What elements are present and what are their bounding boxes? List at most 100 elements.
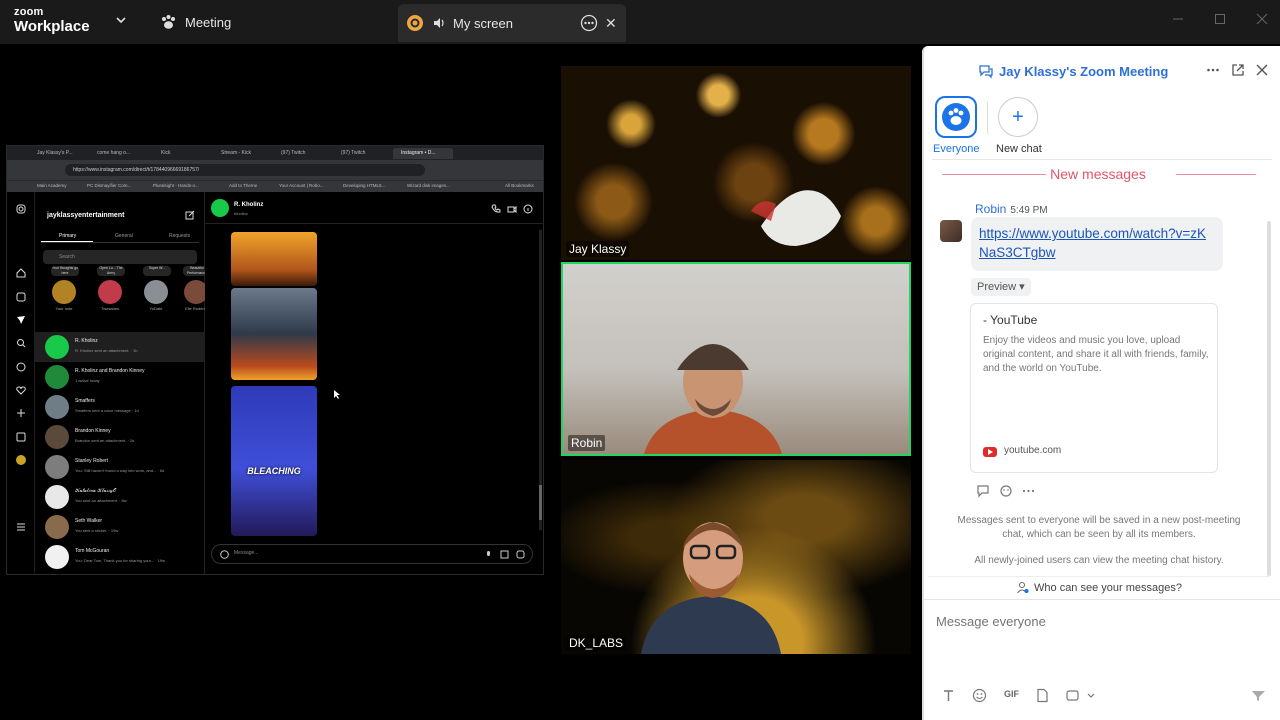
browser-tab[interactable]: Stream - Kick (213, 148, 269, 159)
conversation-preview: R. Kholinz sent an attachment. · 1h (75, 348, 138, 353)
send-icon[interactable] (1251, 688, 1266, 703)
bookmark[interactable]: Your Account | Robo... (279, 183, 324, 188)
new-chat-button[interactable]: + (998, 97, 1038, 137)
gif-button[interactable]: GIF (1004, 689, 1019, 699)
note-item[interactable]: Super W... YoDate (141, 266, 171, 311)
menu-icon[interactable] (16, 522, 26, 532)
explore-icon[interactable] (16, 362, 26, 372)
bookmark[interactable]: All Bookmarks (505, 183, 534, 188)
bookmark[interactable]: Add to Theme (229, 183, 257, 188)
chevron-down-icon[interactable] (114, 13, 128, 27)
preview-toggle[interactable]: Preview ▾ (971, 278, 1031, 296)
chat-scrollbar[interactable] (539, 230, 542, 530)
conversation-item[interactable]: R. Kholinz R. Kholinz sent an attachment… (35, 332, 205, 362)
shared-post-video[interactable]: BLEACHING (231, 386, 317, 536)
pop-out-icon[interactable] (1231, 63, 1245, 77)
video-call-icon[interactable] (507, 204, 517, 214)
browser-url[interactable]: https://www.instagram.com/direct/t/17844… (65, 164, 425, 176)
text-format-icon[interactable] (941, 688, 956, 703)
profile-avatar[interactable] (16, 455, 26, 465)
conversation-name: Smaffers (75, 398, 95, 404)
conversation-item[interactable]: Tom McGouran You: Dear Tom, Thank you fo… (35, 542, 205, 572)
speaker-icon[interactable] (432, 16, 446, 30)
shared-post-image[interactable] (231, 288, 317, 380)
inbox-search-input[interactable]: Search (43, 250, 197, 264)
video-tile-dk-labs[interactable]: DK_LABS (561, 460, 911, 654)
tab-primary[interactable]: Primary (59, 233, 76, 239)
conversation-item[interactable]: Seth Walker You sent a sticker. · 19w (35, 512, 205, 542)
video-tile-jay-klassy[interactable]: Jay Klassy (561, 66, 911, 260)
home-icon[interactable] (16, 268, 26, 278)
create-icon[interactable] (16, 408, 26, 418)
chat-contact-name[interactable]: R. Kholinz (234, 202, 263, 208)
chevron-down-icon[interactable] (1086, 688, 1096, 703)
link-preview-card[interactable]: - YouTube Enjoy the videos and music you… (970, 303, 1218, 473)
window-close-icon[interactable] (1255, 12, 1269, 26)
bookmark[interactable]: Wizard disk images... (407, 183, 450, 188)
add-reaction-icon[interactable] (999, 483, 1014, 498)
reels-icon[interactable] (16, 292, 26, 302)
instagram-logo-icon[interactable] (16, 204, 26, 214)
zoom-workplace-logo[interactable]: zoom Workplace (14, 7, 90, 35)
browser-tab[interactable]: (97) Twitch (333, 148, 389, 159)
phone-icon[interactable] (491, 204, 501, 214)
sticker-icon[interactable] (516, 550, 525, 559)
file-icon[interactable] (1035, 688, 1050, 703)
conversation-item[interactable]: R. Kholinz and Brandon Kinney 1 active t… (35, 362, 205, 392)
more-icon[interactable] (1206, 63, 1220, 77)
more-actions-icon[interactable] (1021, 483, 1036, 498)
my-screen-tab[interactable]: My screen ✕ (398, 4, 626, 42)
meeting-menu-button[interactable]: Meeting (160, 10, 231, 34)
note-item[interactable]: Open Lo... The Army Twosades (95, 266, 125, 311)
bookmark[interactable]: Pluralsight - Hands-o... (153, 183, 199, 188)
close-chat-icon[interactable] (1255, 63, 1269, 77)
browser-tab[interactable]: Jay Klassy's P... (29, 148, 87, 159)
conversation-preview: Smaffers sent a voice message · 1d (75, 408, 139, 413)
close-icon[interactable]: ✕ (605, 15, 617, 31)
account-name[interactable]: jayklassyentertainment (47, 212, 124, 219)
bookmark[interactable]: PC Dismayifier Com... (87, 183, 131, 188)
browser-tab[interactable]: Kick (153, 148, 209, 159)
minimize-icon[interactable] (1171, 12, 1185, 26)
messages-icon[interactable] (16, 315, 26, 325)
browser-tab[interactable]: come hang o... (89, 148, 149, 159)
conversation-item[interactable]: Brandon Kinney Brandon sent an attachmen… (35, 422, 205, 452)
tab-requests[interactable]: Requests (169, 233, 190, 239)
avatar[interactable] (211, 199, 229, 217)
conversation-item[interactable]: Smaffers Smaffers sent a voice message ·… (35, 392, 205, 422)
info-icon[interactable] (523, 204, 533, 214)
dashboard-icon[interactable] (16, 432, 26, 442)
more-options-icon[interactable] (580, 14, 598, 32)
everyone-chat-button[interactable] (935, 96, 977, 138)
screenshot-icon[interactable] (1065, 688, 1080, 703)
bookmark[interactable]: Main Academy (37, 183, 67, 188)
maximize-icon[interactable] (1213, 12, 1227, 26)
image-icon[interactable] (500, 550, 509, 559)
conversation-item[interactable]: 𝒦𝒶𝓉𝒶𝓁𝒾𝓃𝒶 𝒦𝓁𝒶𝓈𝓈𝓎𝒪 You sent an attachment.… (35, 482, 205, 512)
avatar[interactable] (940, 220, 962, 242)
emoji-icon[interactable] (220, 550, 229, 559)
compose-icon[interactable] (185, 210, 195, 220)
note-bubble: Open Lo... The Army (97, 266, 125, 276)
emoji-icon[interactable] (972, 688, 987, 703)
bookmark[interactable]: Developing HTML5... (343, 183, 385, 188)
chat-scrollbar[interactable] (1267, 221, 1271, 576)
conversation-item[interactable]: Stanley Robert You: Still haven't found … (35, 452, 205, 482)
message-link[interactable]: https://www.youtube.com/watch?v=zKNaS3CT… (971, 217, 1223, 271)
search-icon[interactable] (16, 338, 26, 348)
sender-name[interactable]: Robin (975, 202, 1006, 216)
message-input[interactable]: Message... (211, 544, 533, 564)
note-item[interactable]: Your thoughts go here Your note (49, 266, 79, 311)
participant-video-feed (751, 190, 841, 246)
browser-tab-active[interactable]: Instagram • D... (393, 148, 453, 159)
browser-tab[interactable]: (97) Twitch (273, 148, 329, 159)
message-everyone-input[interactable] (936, 610, 1256, 632)
reply-icon[interactable] (976, 483, 991, 498)
avatar (45, 545, 69, 569)
video-tile-robin[interactable]: Robin (561, 262, 911, 456)
heart-icon[interactable] (16, 385, 26, 395)
shared-post-image[interactable] (231, 232, 317, 286)
tab-general[interactable]: General (115, 233, 133, 239)
microphone-icon[interactable] (484, 550, 493, 559)
who-can-see-link[interactable]: Who can see your messages? (924, 581, 1274, 594)
